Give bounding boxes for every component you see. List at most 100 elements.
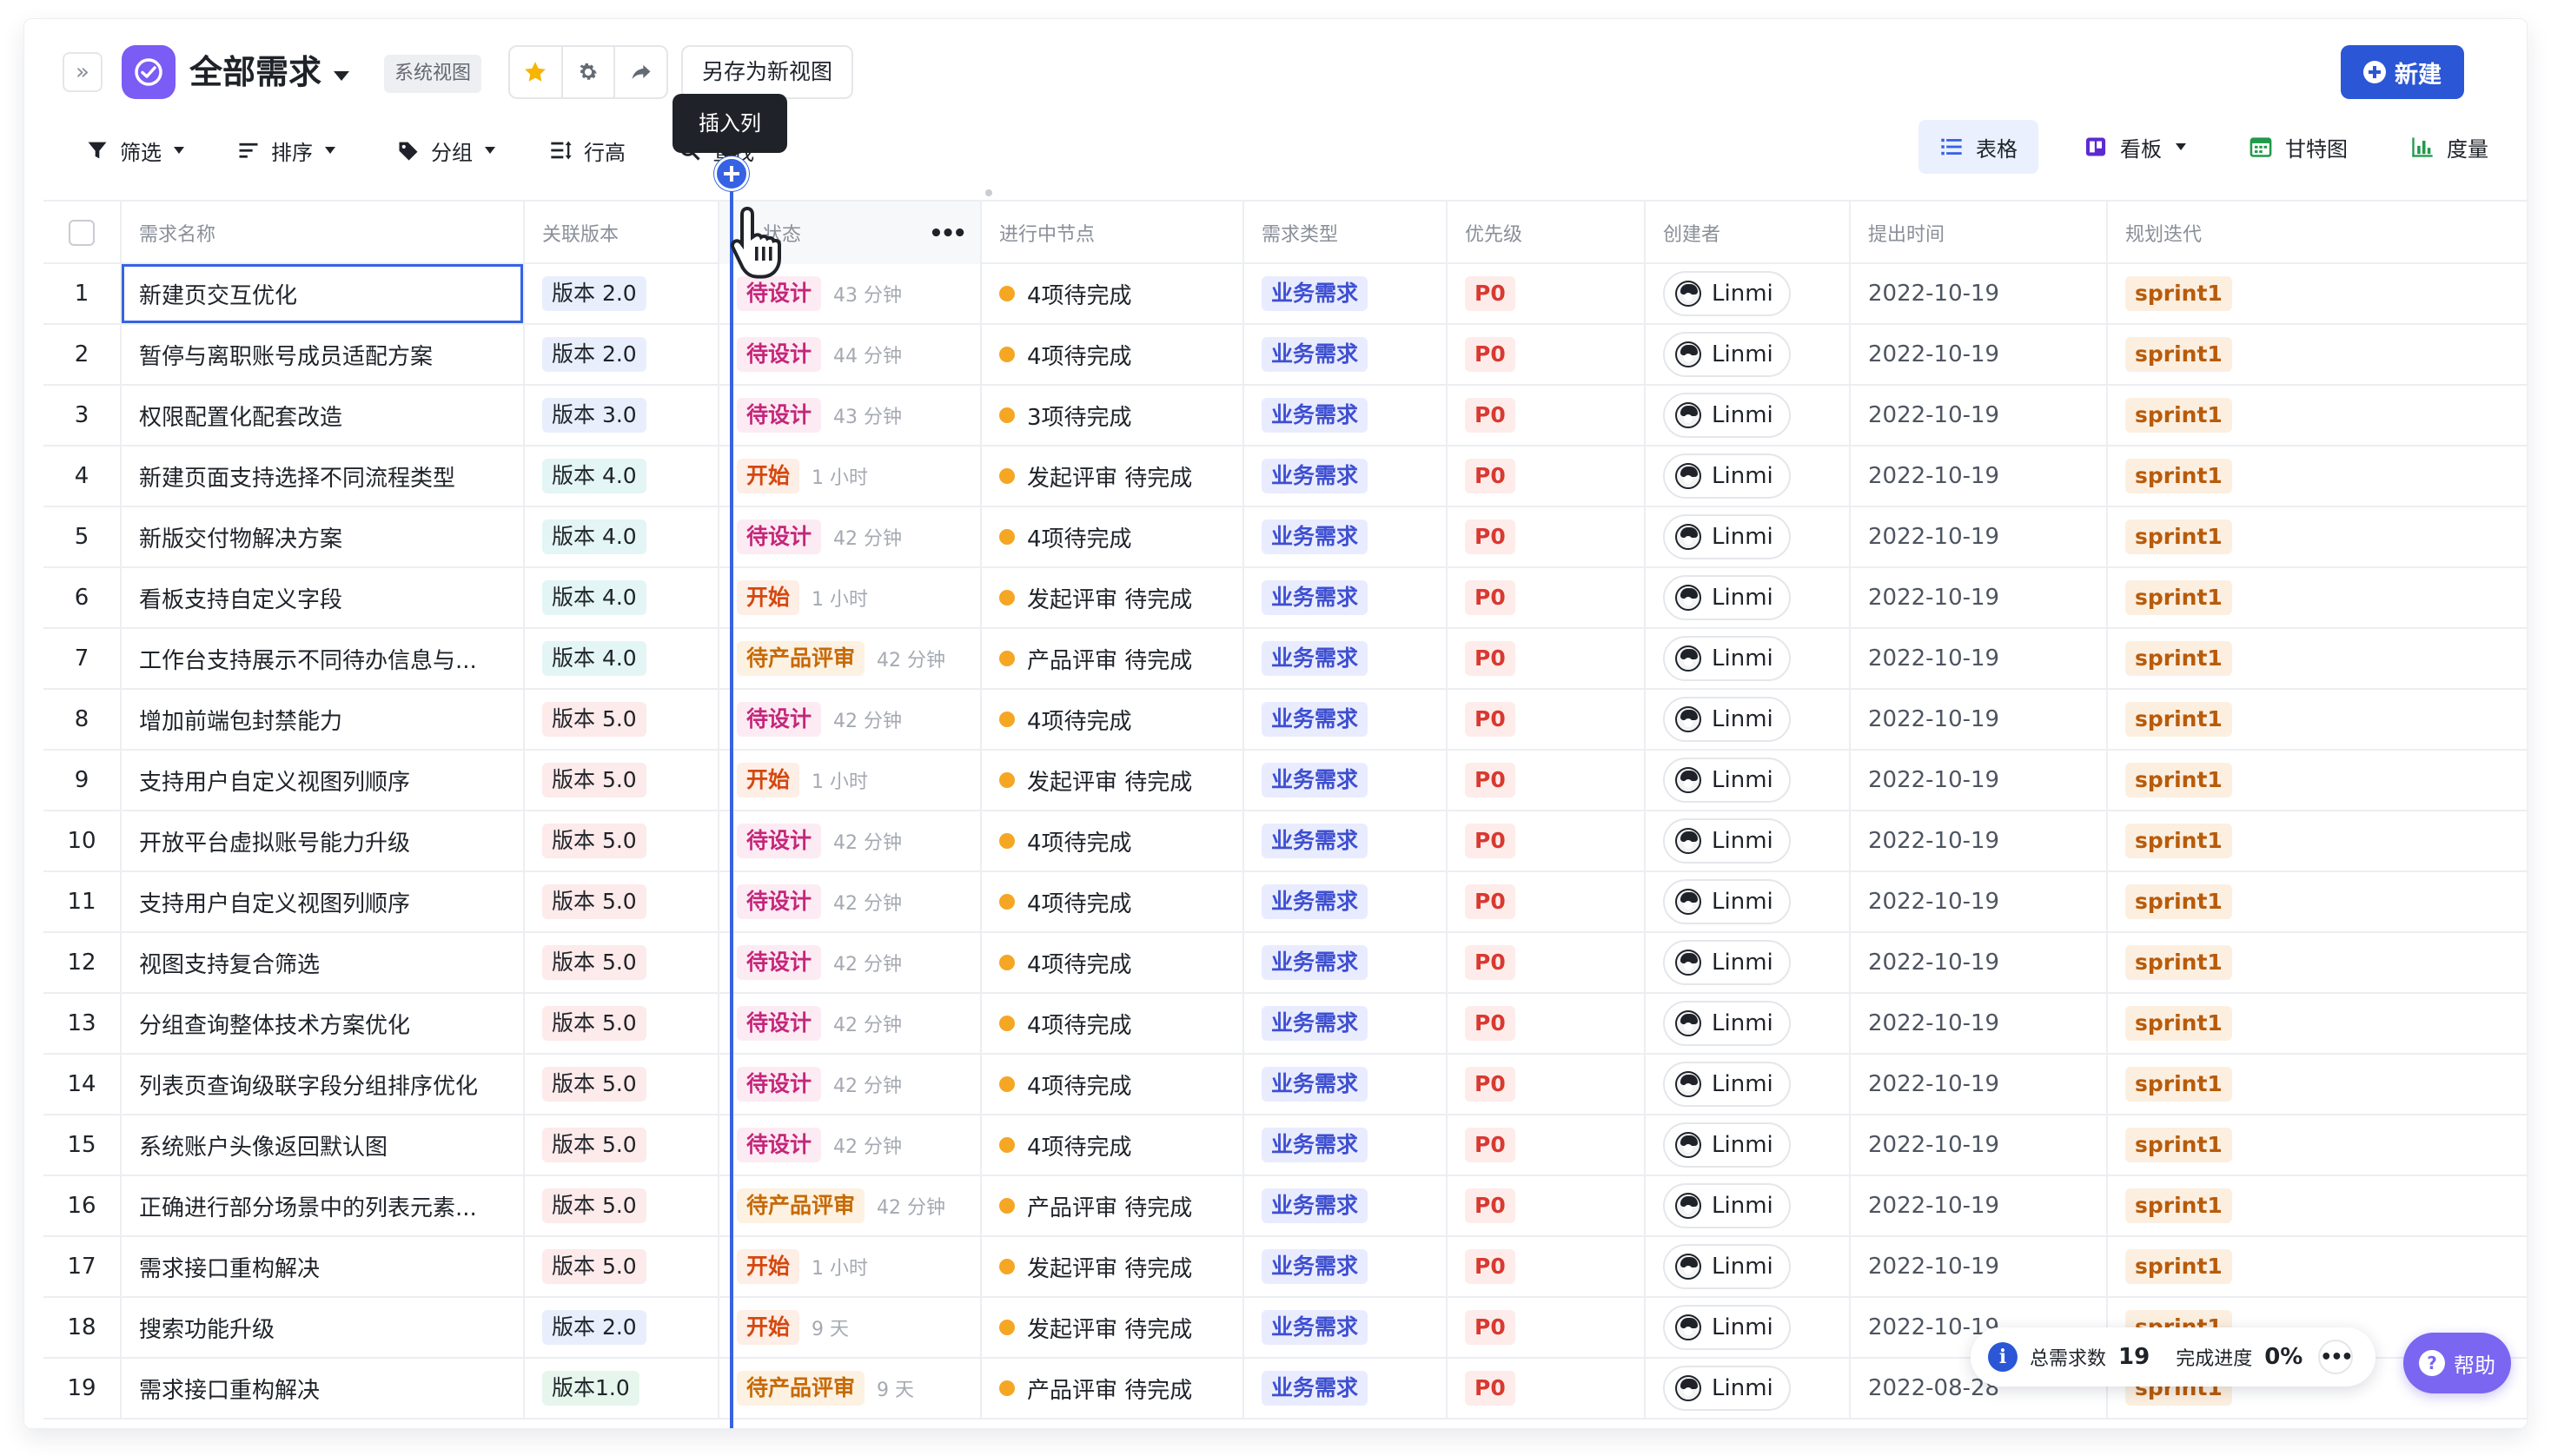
column-header-sprint[interactable]: 规划迭代 <box>2108 202 2527 264</box>
cell-type[interactable]: 业务需求 <box>1244 447 1448 506</box>
table-row[interactable]: 2 暂停与离职账号成员适配方案 版本 2.0 待设计 44 分钟 4项待完成 业务需求 P0 L… <box>43 325 2527 386</box>
table-row[interactable]: 10 开放平台虚拟账号能力升级 版本 5.0 待设计 42 分钟 4项待完成 业务需求 P0 L… <box>43 811 2527 872</box>
cell-node[interactable]: 4项待完成 <box>982 872 1244 931</box>
cell-node[interactable]: 4项待完成 <box>982 1115 1244 1175</box>
cell-status[interactable]: 待设计 43 分钟 <box>719 386 982 445</box>
cell-creator[interactable]: Linmi <box>1646 933 1851 992</box>
cell-priority[interactable]: P0 <box>1448 386 1646 445</box>
cell-version[interactable]: 版本 5.0 <box>525 1055 719 1114</box>
cell-creator[interactable]: Linmi <box>1646 386 1851 445</box>
cell-name[interactable]: 需求接口重构解决 <box>122 1237 525 1296</box>
cell-version[interactable]: 版本 5.0 <box>525 811 719 870</box>
expand-sidebar-button[interactable]: » <box>63 52 103 92</box>
new-button[interactable]: 新建 <box>2341 45 2464 99</box>
table-row[interactable]: 1 新建页交互优化 版本 2.0 待设计 43 分钟 4项待完成 业务需求 P0 Linmi 20… <box>43 264 2527 325</box>
cell-status[interactable]: 待设计 42 分钟 <box>719 507 982 566</box>
summary-more-button[interactable]: ••• <box>2318 1340 2353 1374</box>
cell-type[interactable]: 业务需求 <box>1244 1359 1448 1418</box>
cell-status[interactable]: 待设计 42 分钟 <box>719 1115 982 1175</box>
cell-status[interactable]: 待产品评审 42 分钟 <box>719 629 982 688</box>
cell-type[interactable]: 业务需求 <box>1244 1237 1448 1296</box>
cell-creator[interactable]: Linmi <box>1646 1359 1851 1418</box>
view-tab-metrics[interactable]: 度量 <box>2389 120 2509 174</box>
save-as-new-view-button[interactable]: 另存为新视图 <box>681 45 854 99</box>
cell-priority[interactable]: P0 <box>1448 933 1646 992</box>
cell-sprint[interactable]: sprint1 <box>2108 933 2527 992</box>
cell-sprint[interactable]: sprint1 <box>2108 386 2527 445</box>
cell-creator[interactable]: Linmi <box>1646 811 1851 870</box>
cell-node[interactable]: 4项待完成 <box>982 507 1244 566</box>
cell-date[interactable]: 2022-10-19 <box>1851 933 2108 992</box>
cell-name[interactable]: 工作台支持展示不同待办信息与... <box>122 629 525 688</box>
cell-type[interactable]: 业务需求 <box>1244 994 1448 1053</box>
cell-name[interactable]: 新版交付物解决方案 <box>122 507 525 566</box>
view-dropdown-caret-icon[interactable] <box>334 71 349 81</box>
cell-node[interactable]: 产品评审 待完成 <box>982 1359 1244 1418</box>
cell-status[interactable]: 待设计 42 分钟 <box>719 690 982 749</box>
cell-node[interactable]: 发起评审 待完成 <box>982 751 1244 810</box>
cell-version[interactable]: 版本 2.0 <box>525 264 719 323</box>
cell-priority[interactable]: P0 <box>1448 568 1646 627</box>
cell-status[interactable]: 开始 1 小时 <box>719 447 982 506</box>
cell-creator[interactable]: Linmi <box>1646 1115 1851 1175</box>
cell-status[interactable]: 待设计 42 分钟 <box>719 811 982 870</box>
cell-node[interactable]: 发起评审 待完成 <box>982 447 1244 506</box>
cell-sprint[interactable]: sprint1 <box>2108 690 2527 749</box>
favorite-button[interactable] <box>510 47 563 97</box>
cell-version[interactable]: 版本1.0 <box>525 1359 719 1418</box>
cell-creator[interactable]: Linmi <box>1646 568 1851 627</box>
cell-creator[interactable]: Linmi <box>1646 872 1851 931</box>
cell-priority[interactable]: P0 <box>1448 447 1646 506</box>
cell-sprint[interactable]: sprint1 <box>2108 1115 2527 1175</box>
cell-node[interactable]: 4项待完成 <box>982 690 1244 749</box>
cell-status[interactable]: 待产品评审 42 分钟 <box>719 1176 982 1235</box>
cell-version[interactable]: 版本 4.0 <box>525 568 719 627</box>
cell-sprint[interactable]: sprint1 <box>2108 1237 2527 1296</box>
cell-version[interactable]: 版本 2.0 <box>525 325 719 384</box>
cell-version[interactable]: 版本 2.0 <box>525 1298 719 1357</box>
view-tab-gantt[interactable]: 甘特图 <box>2228 120 2369 174</box>
cell-priority[interactable]: P0 <box>1448 811 1646 870</box>
cell-date[interactable]: 2022-10-19 <box>1851 751 2108 810</box>
cell-date[interactable]: 2022-10-19 <box>1851 811 2108 870</box>
help-button[interactable]: ? 帮助 <box>2403 1333 2511 1393</box>
cell-creator[interactable]: Linmi <box>1646 629 1851 688</box>
cell-name[interactable]: 列表页查询级联字段分组排序优化 <box>122 1055 525 1114</box>
cell-date[interactable]: 2022-10-19 <box>1851 507 2108 566</box>
table-row[interactable]: 16 正确进行部分场景中的列表元素... 版本 5.0 待产品评审 42 分钟 产品评审 … <box>43 1176 2527 1237</box>
cell-version[interactable]: 版本 5.0 <box>525 1176 719 1235</box>
cell-sprint[interactable]: sprint1 <box>2108 325 2527 384</box>
cell-status[interactable]: 待设计 42 分钟 <box>719 1055 982 1114</box>
column-header-name[interactable]: 需求名称 <box>122 202 525 264</box>
table-row[interactable]: 12 视图支持复合筛选 版本 5.0 待设计 42 分钟 4项待完成 业务需求 P0 Linmi… <box>43 933 2527 994</box>
cell-priority[interactable]: P0 <box>1448 1176 1646 1235</box>
cell-creator[interactable]: Linmi <box>1646 994 1851 1053</box>
cell-type[interactable]: 业务需求 <box>1244 568 1448 627</box>
cell-priority[interactable]: P0 <box>1448 629 1646 688</box>
cell-sprint[interactable]: sprint1 <box>2108 507 2527 566</box>
cell-creator[interactable]: Linmi <box>1646 447 1851 506</box>
cell-name[interactable]: 新建页面支持选择不同流程类型 <box>122 447 525 506</box>
cell-priority[interactable]: P0 <box>1448 325 1646 384</box>
cell-date[interactable]: 2022-10-19 <box>1851 1237 2108 1296</box>
cell-type[interactable]: 业务需求 <box>1244 1176 1448 1235</box>
cell-date[interactable]: 2022-10-19 <box>1851 568 2108 627</box>
cell-version[interactable]: 版本 5.0 <box>525 1115 719 1175</box>
cell-node[interactable]: 产品评审 待完成 <box>982 629 1244 688</box>
cell-name[interactable]: 权限配置化配套改造 <box>122 386 525 445</box>
cell-status[interactable]: 开始 9 天 <box>719 1298 982 1357</box>
cell-status[interactable]: 待设计 44 分钟 <box>719 325 982 384</box>
cell-type[interactable]: 业务需求 <box>1244 690 1448 749</box>
cell-type[interactable]: 业务需求 <box>1244 386 1448 445</box>
column-header-type[interactable]: 需求类型 <box>1244 202 1448 264</box>
row-height-button[interactable]: 行高 <box>549 130 626 170</box>
cell-date[interactable]: 2022-10-19 <box>1851 386 2108 445</box>
cell-name[interactable]: 分组查询整体技术方案优化 <box>122 994 525 1053</box>
cell-date[interactable]: 2022-10-19 <box>1851 264 2108 323</box>
cell-creator[interactable]: Linmi <box>1646 1237 1851 1296</box>
cell-status[interactable]: 开始 1 小时 <box>719 751 982 810</box>
cell-sprint[interactable]: sprint1 <box>2108 811 2527 870</box>
share-button[interactable] <box>615 47 666 97</box>
cell-name[interactable]: 开放平台虚拟账号能力升级 <box>122 811 525 870</box>
cell-type[interactable]: 业务需求 <box>1244 811 1448 870</box>
